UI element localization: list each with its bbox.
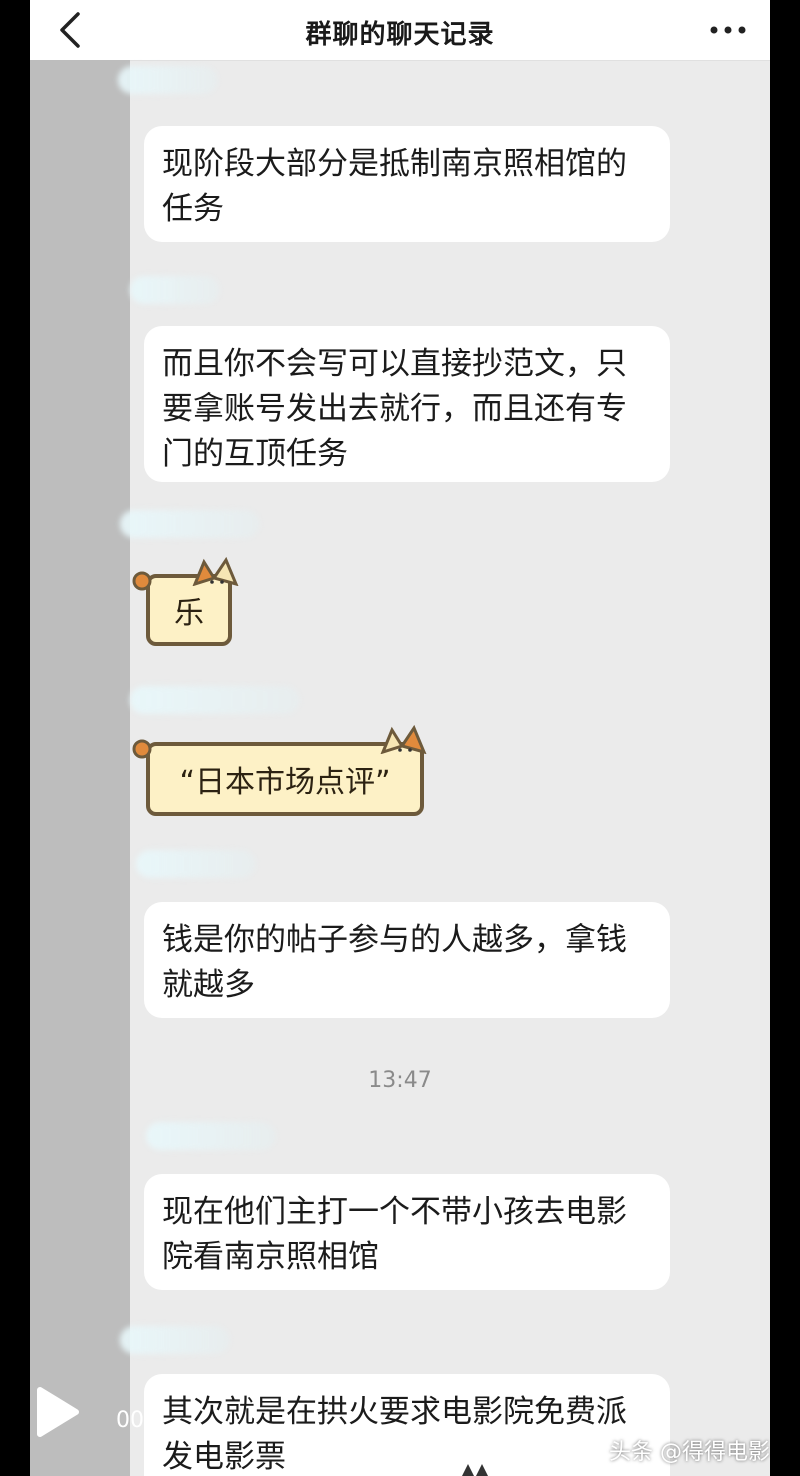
left-gutter <box>30 60 130 1476</box>
message-bubble[interactable]: 现阶段大部分是抵制南京照相馆的任务 <box>144 126 670 242</box>
nav-bar: 群聊的聊天记录 <box>30 0 770 61</box>
message-item <box>130 276 770 304</box>
message-bubble[interactable]: 钱是你的帖子参与的人越多，拿钱就越多 <box>144 902 670 1018</box>
more-button[interactable] <box>706 14 750 44</box>
watermark: 头条 @得得电影 <box>609 1440 770 1465</box>
cat-ear-icon <box>192 556 239 586</box>
message-item <box>118 66 770 94</box>
blurred-sender-name <box>118 66 218 94</box>
message-bubble-wrap: 钱是你的帖子参与的人越多，拿钱就越多 <box>144 902 770 1018</box>
message-bubble-wrap: 现阶段大部分是抵制南京照相馆的任务 <box>144 126 770 242</box>
cat-paw-icon <box>132 571 152 591</box>
message-bubble-wrap: 现在他们主打一个不带小孩去电影院看南京照相馆 <box>144 1174 770 1290</box>
video-time: 00 <box>116 1408 144 1433</box>
message-item <box>130 850 770 878</box>
blurred-sender-name <box>120 510 260 538</box>
blurred-sender-name <box>120 1326 230 1354</box>
message-item <box>130 1122 770 1150</box>
cat-paw-icon <box>132 739 152 759</box>
sticker-text: 乐 <box>174 596 204 631</box>
page-title: 群聊的聊天记录 <box>305 20 495 50</box>
play-icon[interactable] <box>32 1384 82 1440</box>
timestamp: 13:47 <box>368 1068 432 1093</box>
message-item <box>130 686 770 714</box>
message-bubble[interactable]: 现在他们主打一个不带小孩去电影院看南京照相馆 <box>144 1174 670 1290</box>
cat-sticker[interactable]: “日本市场点评” <box>132 724 427 816</box>
message-item <box>120 510 770 538</box>
chat-screen: 群聊的聊天记录 现阶段大部分是抵制南京照相馆的任务 而且你不会写可以直接抄范文，… <box>30 0 770 1476</box>
blurred-sender-name <box>130 686 300 714</box>
message-item <box>120 1326 770 1354</box>
message-bubble[interactable]: 其次就是在拱火要求电影院免费派发电影票 <box>144 1374 670 1476</box>
blurred-sender-name <box>136 850 256 878</box>
more-dots-icon <box>710 26 746 34</box>
cat-ear-icon <box>462 1464 488 1476</box>
blurred-sender-name <box>146 1122 276 1150</box>
blurred-sender-name <box>130 276 220 304</box>
cat-ear-icon <box>380 724 427 754</box>
message-bubble[interactable]: 而且你不会写可以直接抄范文，只要拿账号发出去就行，而且还有专门的互顶任务 <box>144 326 670 482</box>
cat-sticker[interactable]: 乐 <box>132 556 239 646</box>
sticker-text: “日本市场点评” <box>179 765 391 800</box>
message-bubble-wrap: 而且你不会写可以直接抄范文，只要拿账号发出去就行，而且还有专门的互顶任务 <box>144 326 770 482</box>
